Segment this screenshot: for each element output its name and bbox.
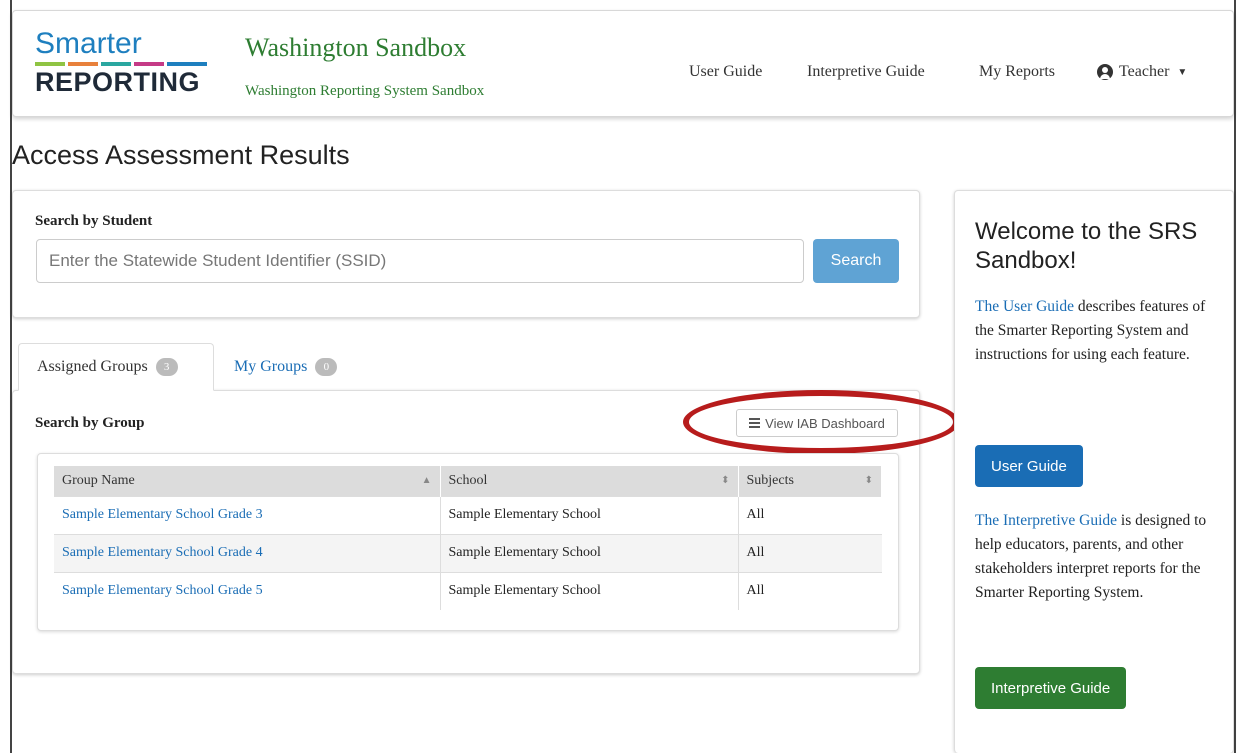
site-header: Smarter REPORTING Washington Sandbox Was… [12, 10, 1234, 117]
search-student-panel: Search by Student Search [12, 190, 920, 318]
logo-bar [35, 62, 65, 66]
table-row: Sample Elementary School Grade 4 Sample … [54, 533, 882, 572]
interpretive-guide-link[interactable]: The Interpretive Guide [975, 512, 1117, 529]
column-header-school[interactable]: School ⬍ [439, 466, 739, 496]
subjects-cell: All [737, 571, 882, 610]
welcome-sidebar: Welcome to the SRS Sandbox! The User Gui… [954, 190, 1234, 753]
groups-table: Group Name ▲ School ⬍ Subjects ⬍ Sample Ele… [54, 466, 882, 610]
frame-right-edge [1234, 0, 1236, 753]
school-cell: Sample Elementary School [439, 533, 738, 572]
logo-bar [134, 62, 164, 66]
tab-label: My Groups [234, 358, 308, 375]
column-header-subjects[interactable]: Subjects ⬍ [737, 466, 882, 496]
sort-ascending-icon: ▲ [421, 475, 432, 487]
nav-interpretive-guide[interactable]: Interpretive Guide [807, 63, 925, 81]
user-menu-label: Teacher [1119, 63, 1170, 80]
nav-user-guide[interactable]: User Guide [689, 63, 762, 81]
sort-icon: ⬍ [721, 475, 730, 487]
site-title: Washington Sandbox [245, 33, 467, 62]
logo-reporting-text: REPORTING [35, 67, 201, 97]
count-badge: 3 [155, 358, 178, 376]
site-subtitle: Washington Reporting System Sandbox [245, 83, 485, 99]
caret-down-icon: ▼ [1177, 66, 1188, 78]
group-name-cell: Sample Elementary School Grade 3 [54, 495, 440, 534]
logo-bar [101, 62, 131, 66]
user-guide-description: The User Guide describes features of the… [975, 295, 1211, 367]
sort-icon: ⬍ [864, 475, 873, 487]
search-student-label: Search by Student [35, 213, 153, 229]
smarter-reporting-logo[interactable]: Smarter REPORTING [35, 29, 215, 101]
column-label: School [448, 472, 488, 488]
logo-bar [167, 62, 207, 66]
group-link[interactable]: Sample Elementary School Grade 4 [62, 545, 263, 560]
group-link[interactable]: Sample Elementary School Grade 3 [62, 507, 263, 522]
group-name-cell: Sample Elementary School Grade 4 [54, 533, 440, 572]
tab-my-groups[interactable]: My Groups 0 [216, 343, 355, 391]
sidebar-title: Welcome to the SRS Sandbox! [975, 218, 1198, 274]
table-row: Sample Elementary School Grade 3 Sample … [54, 495, 882, 534]
logo-color-bars [35, 62, 215, 66]
group-name-cell: Sample Elementary School Grade 5 [54, 571, 440, 610]
school-cell: Sample Elementary School [439, 571, 738, 610]
user-guide-button[interactable]: User Guide [975, 445, 1083, 487]
ssid-search-input[interactable] [36, 239, 804, 283]
search-group-panel: Search by Group View IAB Dashboard Group… [12, 390, 959, 674]
groups-table-container: Group Name ▲ School ⬍ Subjects ⬍ Sample Ele… [37, 453, 899, 631]
interpretive-guide-button[interactable]: Interpretive Guide [975, 667, 1127, 709]
logo-bar [68, 62, 98, 66]
user-menu-dropdown[interactable]: Teacher ▼ [1097, 63, 1187, 81]
page-title: Access Assessment Results [12, 140, 350, 170]
tab-label: Assigned Groups [37, 358, 148, 375]
list-menu-icon [749, 418, 761, 428]
user-circle-icon [1097, 64, 1113, 80]
column-label: Group Name [62, 472, 135, 488]
interpretive-guide-description: The Interpretive Guide is designed to he… [975, 509, 1211, 605]
group-link[interactable]: Sample Elementary School Grade 5 [62, 583, 263, 598]
logo-smarter-text: Smarter [35, 27, 142, 60]
table-row: Sample Elementary School Grade 5 Sample … [54, 571, 882, 610]
view-iab-dashboard-button[interactable]: View IAB Dashboard [736, 409, 898, 437]
count-badge: 0 [315, 358, 338, 376]
nav-my-reports[interactable]: My Reports [979, 63, 1055, 81]
subjects-cell: All [737, 495, 882, 534]
iab-button-label: View IAB Dashboard [765, 415, 885, 431]
tab-assigned-groups[interactable]: Assigned Groups 3 [18, 343, 214, 391]
column-header-group-name[interactable]: Group Name ▲ [54, 466, 441, 496]
school-cell: Sample Elementary School [439, 495, 738, 534]
search-group-label: Search by Group [35, 415, 145, 431]
subjects-cell: All [737, 533, 882, 572]
search-button[interactable]: Search [813, 239, 899, 283]
user-guide-link[interactable]: The User Guide [975, 298, 1074, 315]
column-label: Subjects [746, 472, 794, 488]
